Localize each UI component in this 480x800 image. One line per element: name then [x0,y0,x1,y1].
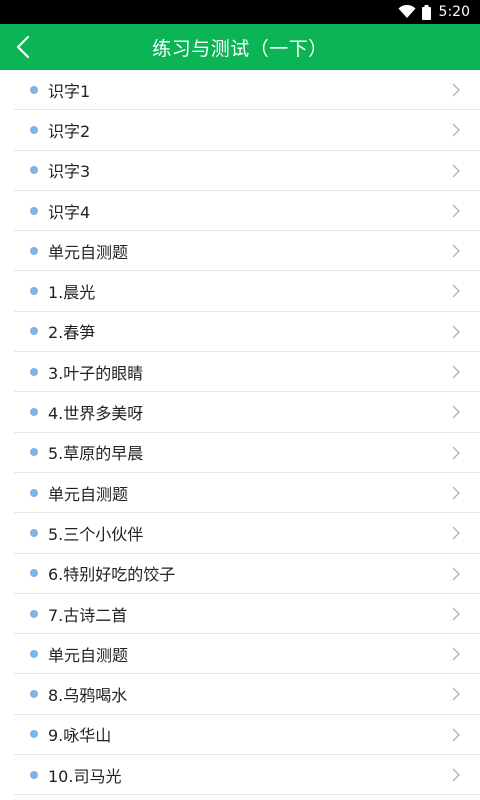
chevron-right-icon [452,244,460,258]
bullet-dot [30,690,38,699]
list-item-label: 4.世界多美呀 [48,404,144,424]
status-bar: 5:20 [0,0,480,24]
list-item[interactable]: 识字1 [14,70,480,111]
chevron-right-icon [452,285,460,298]
chevron-right-icon [452,687,460,701]
list-item[interactable]: 9.咏华山 [14,715,480,756]
list-item-label: 单元自测题 [48,484,129,504]
list-item[interactable]: 7.古诗二首 [14,594,480,635]
list-item-label: 5.草原的早晨 [48,444,144,464]
bullet-dot [30,206,38,215]
back-button[interactable] [6,24,40,70]
chevron-right-icon [452,728,460,742]
bullet-dot [30,85,38,94]
chevron-right-icon [452,204,460,218]
chevron-right-icon [452,486,460,500]
chevron-right-icon [452,405,460,419]
list-item[interactable]: 识字4 [14,191,480,232]
list-item-label: 识字2 [48,121,91,141]
list-item[interactable]: 5.三个小伙伴 [14,513,480,554]
chevron-right-icon [452,164,460,178]
list-item[interactable]: 2.春笋 [14,312,480,353]
list-item-label: 单元自测题 [48,645,129,665]
chevron-right-icon [452,768,460,782]
list-item-label: 2.春笋 [48,323,96,343]
bullet-dot [30,125,38,134]
chevron-right-icon [452,446,460,460]
bullet-dot [30,327,38,336]
chevron-right-icon [452,365,460,379]
list-item-label: 10.司马光 [48,766,122,786]
bullet-dot [30,246,38,255]
app-bar: 练习与测试（一下） [0,24,480,70]
list-item-label: 8.乌鸦喝水 [48,686,128,706]
list-item[interactable]: 单元自测题 [14,473,480,514]
list-item-label: 3.叶子的眼睛 [48,363,144,383]
list-item-label: 单元自测题 [48,242,129,262]
bullet-dot [30,287,38,296]
list-item[interactable]: 6.特别好吃的饺子 [14,554,480,594]
chevron-right-icon [452,647,460,661]
chevron-right-icon [452,607,460,621]
chevron-right-icon [452,526,460,540]
list-item[interactable]: 5.草原的早晨 [14,433,480,473]
bullet-dot [30,609,38,618]
page-title: 练习与测试（一下） [152,37,328,60]
list-item-label: 1.晨光 [48,283,96,303]
bullet-dot [30,448,38,457]
list-item-label: 9.咏华山 [48,726,112,746]
bullet-dot [30,649,38,658]
battery-icon [421,4,431,20]
list-item[interactable]: 10.司马光 [14,755,480,796]
list-item-label: 识字3 [48,162,91,182]
list-item-label: 6.特别好吃的饺子 [48,565,176,585]
lesson-list: 识字1 识字2 识字3 识字4 单元自测题 1.晨光 2.春笋 3.叶子的眼睛 … [0,70,480,796]
chevron-right-icon [452,83,460,97]
bullet-dot [30,367,38,376]
bullet-dot [30,569,38,578]
chevron-right-icon [452,123,460,137]
list-item[interactable]: 单元自测题 [14,634,480,675]
list-item[interactable]: 3.叶子的眼睛 [14,352,480,393]
list-item[interactable]: 单元自测题 [14,231,480,272]
list-item[interactable]: 1.晨光 [14,271,480,312]
chevron-left-icon [16,35,30,59]
bullet-dot [30,488,38,497]
list-item-label: 识字4 [48,202,91,222]
chevron-right-icon [452,567,460,581]
list-item[interactable]: 8.乌鸦喝水 [14,674,480,715]
list-item-label: 识字1 [48,81,91,101]
bullet-dot [30,166,38,175]
list-item[interactable]: 识字2 [14,110,480,151]
chevron-right-icon [452,325,460,339]
bullet-dot [30,770,38,779]
status-time: 5:20 [438,4,470,20]
bullet-dot [30,408,38,417]
list-item-label: 7.古诗二首 [48,605,128,625]
list-item[interactable]: 识字3 [14,151,480,191]
wifi-icon [398,5,416,18]
list-item[interactable]: 4.世界多美呀 [14,392,480,433]
list-item-label: 5.三个小伙伴 [48,524,144,544]
bullet-dot [30,730,38,739]
bullet-dot [30,528,38,537]
